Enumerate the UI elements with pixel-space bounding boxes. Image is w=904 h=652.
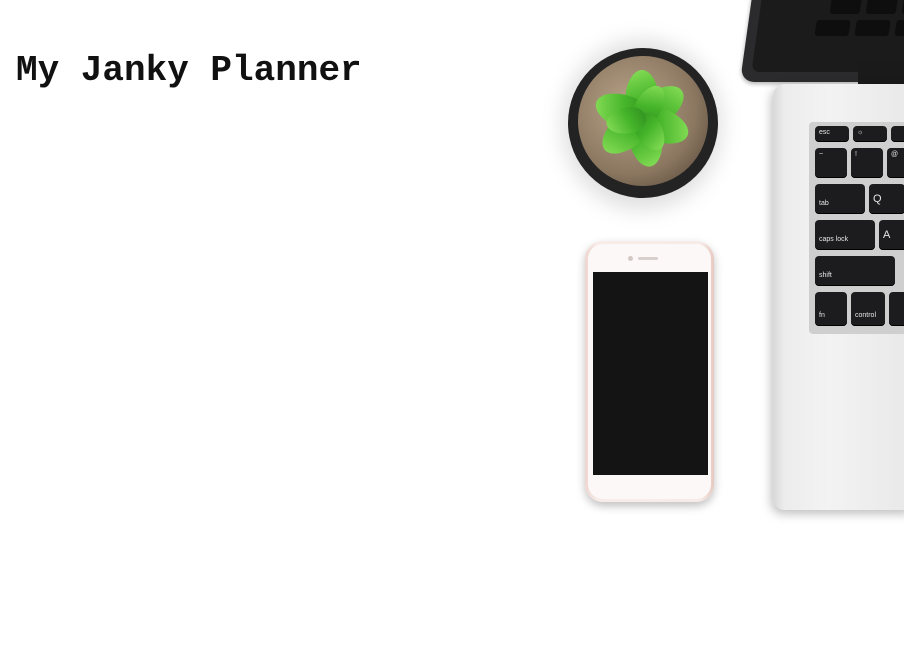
key-control: control [851, 292, 885, 326]
hero-image: esc ☼ ~ ! @ tab Q caps lock A shift fn c… [540, 0, 904, 560]
key-q: Q [869, 184, 904, 214]
key-caps-lock: caps lock [815, 220, 875, 250]
key-shift: shift [815, 256, 895, 286]
laptop-keyboard: esc ☼ ~ ! @ tab Q caps lock A shift fn c… [809, 122, 904, 334]
potted-plant-icon [568, 48, 718, 198]
page-title: My Janky Planner [16, 50, 362, 91]
key-fn: fn [815, 292, 847, 326]
key-esc: esc [815, 126, 849, 142]
key-a: A [879, 220, 904, 250]
key-option [889, 292, 904, 326]
key-2: @ [887, 148, 904, 178]
phone-screen [593, 272, 708, 475]
key-f2 [891, 126, 904, 142]
laptop-base: esc ☼ ~ ! @ tab Q caps lock A shift fn c… [773, 84, 904, 510]
key-1: ! [851, 148, 883, 178]
key-tab: tab [815, 184, 865, 214]
smartphone-icon [585, 241, 714, 502]
key-tilde: ~ [815, 148, 847, 178]
key-f1: ☼ [853, 126, 887, 142]
